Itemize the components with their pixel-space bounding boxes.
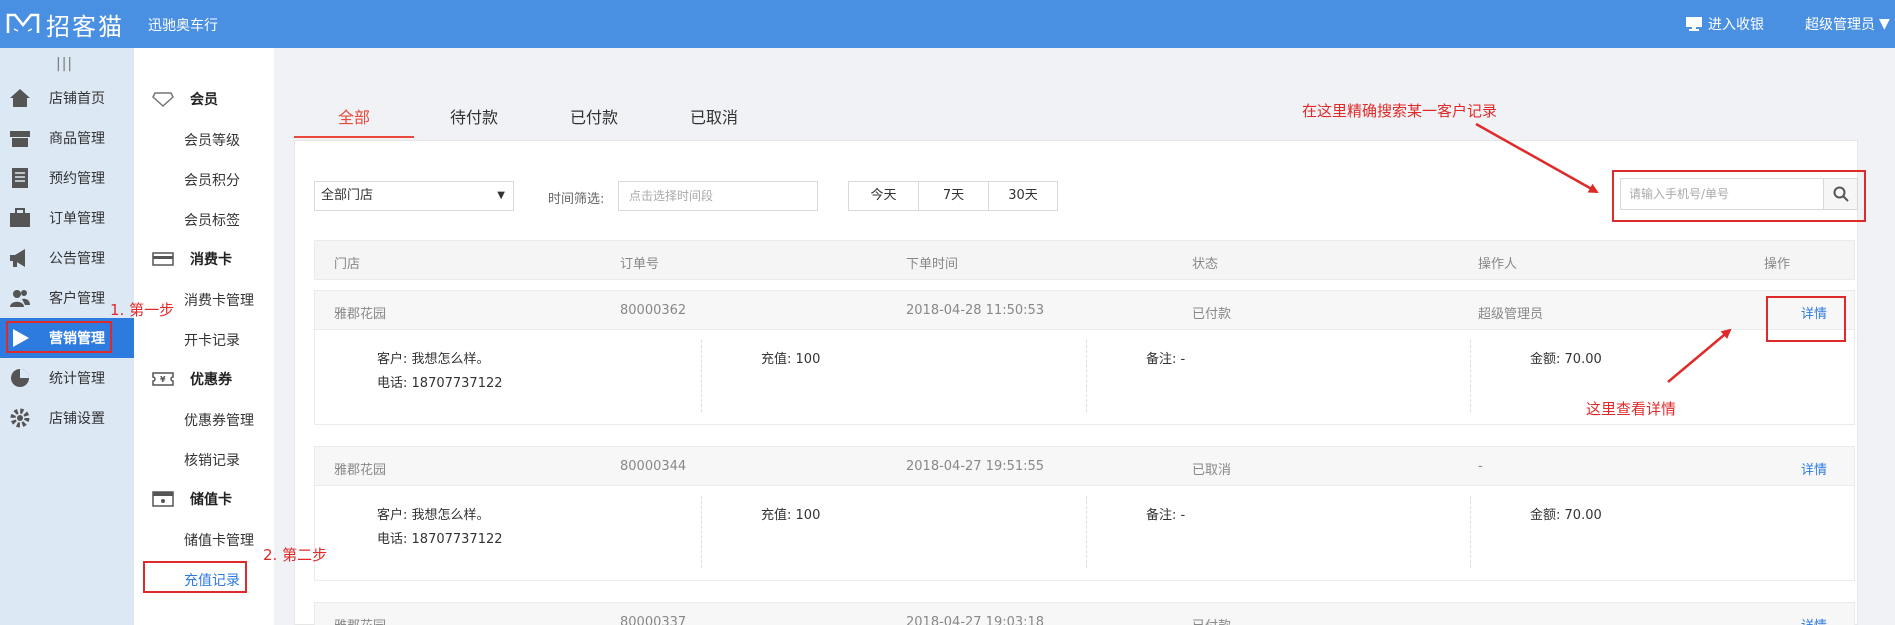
arrow-to-detail [1667, 328, 1732, 383]
arrow-to-search [1475, 122, 1599, 194]
annotation-arrows [1475, 122, 1732, 383]
